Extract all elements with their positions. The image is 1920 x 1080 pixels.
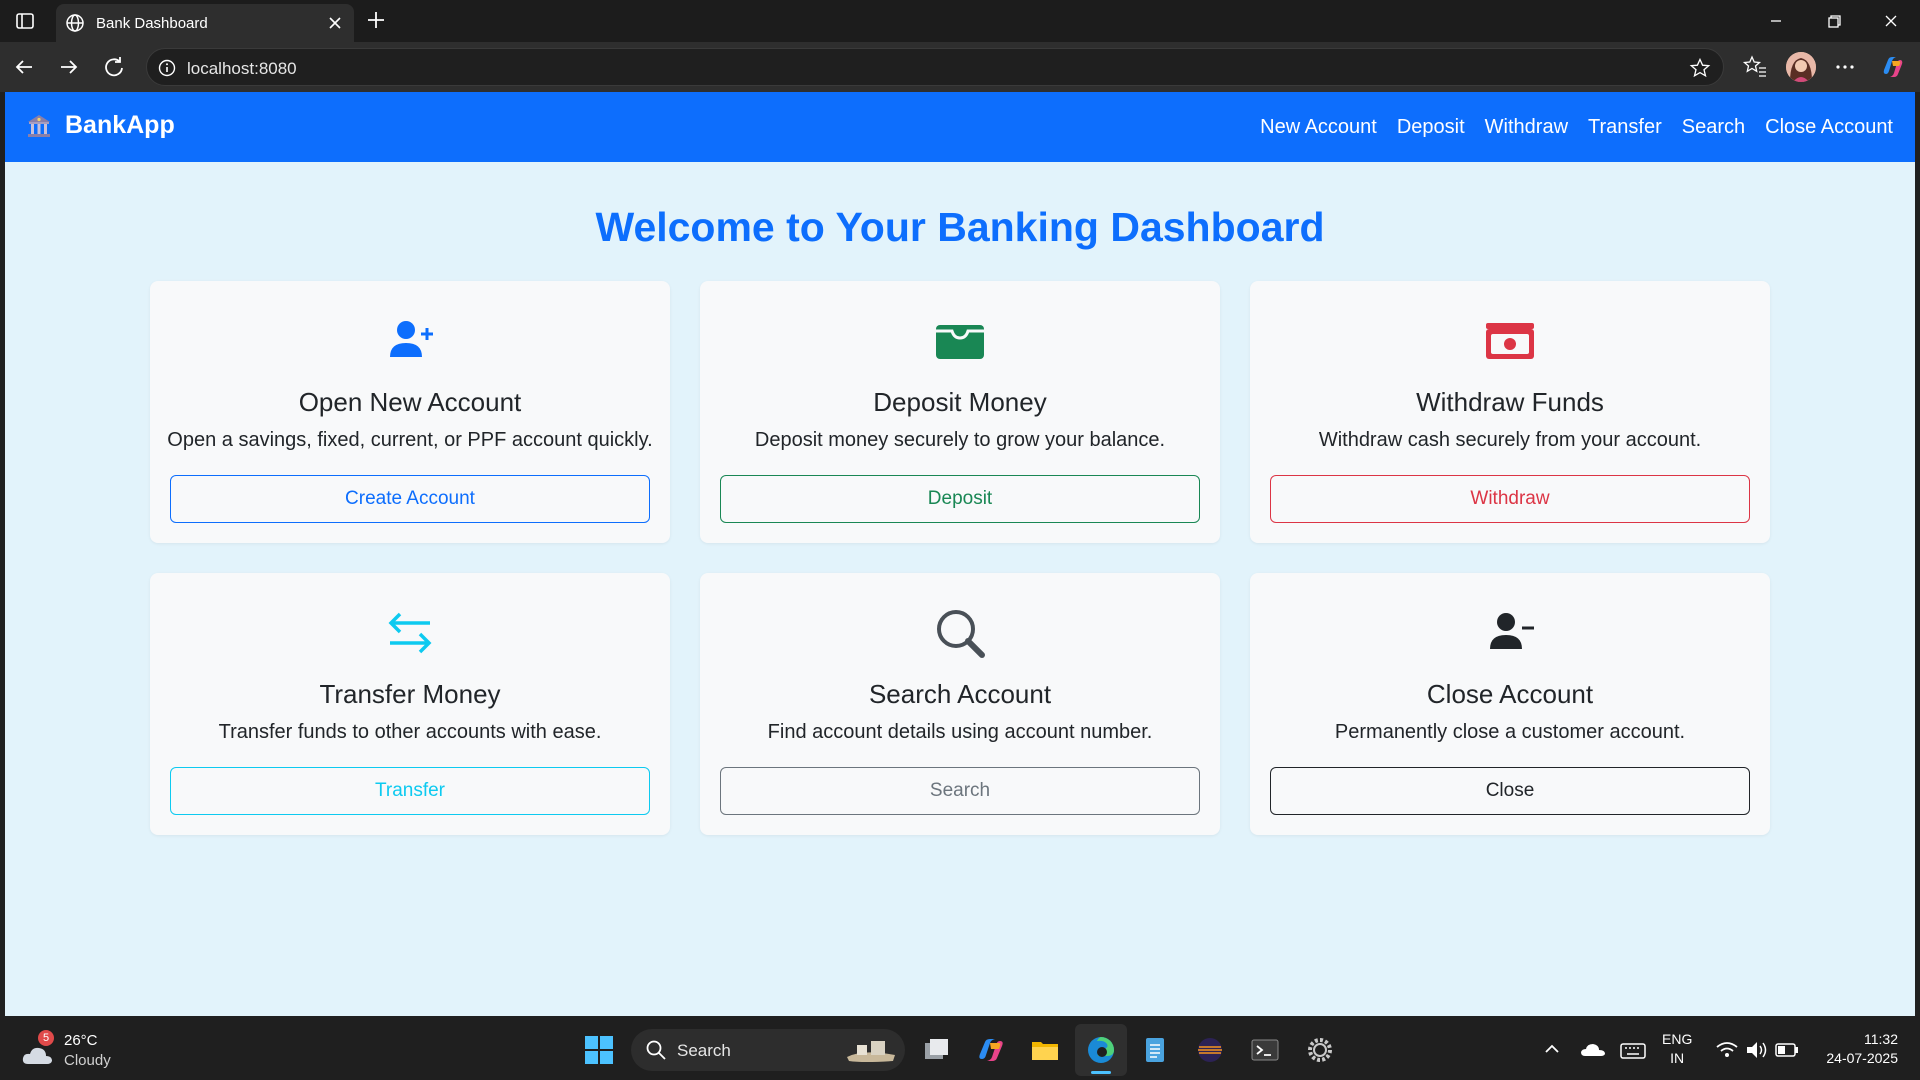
more-options-icon[interactable] [1832,54,1858,80]
favorite-star-icon[interactable] [1689,57,1711,79]
create-account-button[interactable]: Create Account [170,475,650,523]
forward-icon[interactable] [55,53,83,81]
search-icon [937,610,985,658]
brand[interactable]: BankApp [25,111,175,140]
language-indicator[interactable]: ENG IN [1662,1030,1692,1068]
card-title: Search Account [868,679,1052,709]
nav-link-close-account[interactable]: Close Account [1765,116,1893,139]
volume-icon[interactable] [1744,1034,1768,1066]
nav-link-deposit[interactable]: Deposit [1397,116,1465,139]
card-description: Deposit money securely to grow your bala… [754,429,1166,451]
start-icon[interactable] [583,1034,615,1066]
globe-icon [66,14,84,32]
eclipse-icon[interactable] [1194,1034,1226,1066]
site-info-icon[interactable] [157,58,177,78]
battery-icon[interactable] [1774,1034,1800,1066]
card-title: Close Account [1426,679,1594,709]
close-window-icon[interactable] [1877,8,1905,34]
restore-icon[interactable] [1820,8,1848,34]
settings-gear-icon[interactable] [1304,1034,1336,1066]
favorites-icon[interactable] [1742,54,1768,80]
withdraw-button[interactable]: Withdraw [1270,475,1750,523]
close-button[interactable]: Close [1270,767,1750,815]
card-deposit: Deposit Money Deposit money securely to … [700,281,1220,543]
clock-date: 24-07-2025 [1826,1050,1898,1066]
card-description: Open a savings, fixed, current, or PPF a… [167,429,653,451]
profile-avatar[interactable] [1786,52,1816,82]
brand-name: BankApp [65,111,175,139]
search-button[interactable]: Search [720,767,1200,815]
taskbar: 5 26°C Cloudy Search ENG IN 11:32 24-07-… [0,1020,1920,1080]
cash-icon [1486,323,1534,359]
browser-toolbar: localhost:8080 [0,42,1920,92]
browser-tab[interactable]: Bank Dashboard [56,4,354,42]
weather-badge: 5 [38,1030,54,1046]
card-description: Transfer funds to other accounts with ea… [218,721,602,743]
card-description: Find account details using account numbe… [767,721,1153,743]
task-view-icon[interactable] [921,1034,953,1066]
language-region: IN [1670,1050,1685,1066]
search-label: Search [677,1041,731,1060]
onedrive-cloud-icon[interactable] [1578,1034,1608,1066]
edge-active-tab[interactable] [1075,1024,1127,1076]
browser-tab-bar: Bank Dashboard [0,0,1920,42]
weather-temperature: 26°C [64,1032,98,1049]
card-title: Open New Account [298,387,522,417]
terminal-icon[interactable] [1249,1034,1281,1066]
minimize-icon[interactable] [1762,8,1790,34]
back-icon[interactable] [10,53,38,81]
card-title: Withdraw Funds [1416,387,1604,417]
show-hidden-icons-icon[interactable] [1538,1034,1566,1066]
card-title: Deposit Money [873,387,1047,417]
user-minus-icon [1490,613,1534,649]
bank-icon [28,114,50,137]
card-search: Search Account Find account details usin… [700,573,1220,835]
tab-title: Bank Dashboard [96,15,208,32]
nav-link-withdraw[interactable]: Withdraw [1485,116,1568,139]
card-open-account: Open New Account Open a savings, fixed, … [150,281,670,543]
transfer-button[interactable]: Transfer [170,767,650,815]
address-bar[interactable]: localhost:8080 [146,48,1724,86]
card-close-account: Close Account Permanently close a custom… [1250,573,1770,835]
nav-link-search[interactable]: Search [1682,116,1745,139]
user-plus-icon [390,321,433,357]
copilot-icon[interactable] [1880,54,1906,80]
new-tab-icon[interactable] [364,8,388,32]
search-icon [646,1040,666,1060]
url-text: localhost:8080 [187,59,297,78]
edge-icon [1088,1037,1114,1063]
card-transfer: Transfer Money Transfer funds to other a… [150,573,670,835]
active-indicator [1091,1071,1111,1074]
file-explorer-icon[interactable] [1029,1034,1061,1066]
close-tab-icon[interactable] [326,14,344,32]
notepad-icon[interactable] [1139,1034,1171,1066]
nav-links: New Account Deposit Withdraw Transfer Se… [1240,116,1893,139]
keyboard-icon[interactable] [1618,1034,1648,1066]
copilot-app-icon[interactable] [975,1034,1007,1066]
nav-link-new-account[interactable]: New Account [1260,116,1377,139]
nav-link-transfer[interactable]: Transfer [1588,116,1662,139]
wallet-icon [936,325,984,359]
card-description: Withdraw cash securely from your account… [1318,429,1702,451]
taskbar-search[interactable]: Search [631,1029,905,1071]
sidebar-toggle-icon[interactable] [14,10,36,32]
card-description: Permanently close a customer account. [1334,721,1686,743]
page-viewport: BankApp New Account Deposit Withdraw Tra… [5,92,1915,1016]
language-code: ENG [1662,1031,1693,1047]
deposit-button[interactable]: Deposit [720,475,1200,523]
app-navbar: BankApp New Account Deposit Withdraw Tra… [5,92,1915,162]
clock[interactable]: 11:32 24-07-2025 [1814,1030,1898,1068]
refresh-icon[interactable] [100,53,128,81]
profile-picture-icon [1786,52,1816,82]
weather-condition: Cloudy [64,1052,111,1069]
wifi-icon[interactable] [1714,1034,1740,1066]
page-title: Welcome to Your Banking Dashboard [595,204,1325,250]
card-withdraw: Withdraw Funds Withdraw cash securely fr… [1250,281,1770,543]
card-title: Transfer Money [319,679,501,709]
search-highlight-icon [847,1041,895,1062]
clock-time: 11:32 [1864,1031,1898,1047]
transfer-arrows-icon [388,612,432,654]
